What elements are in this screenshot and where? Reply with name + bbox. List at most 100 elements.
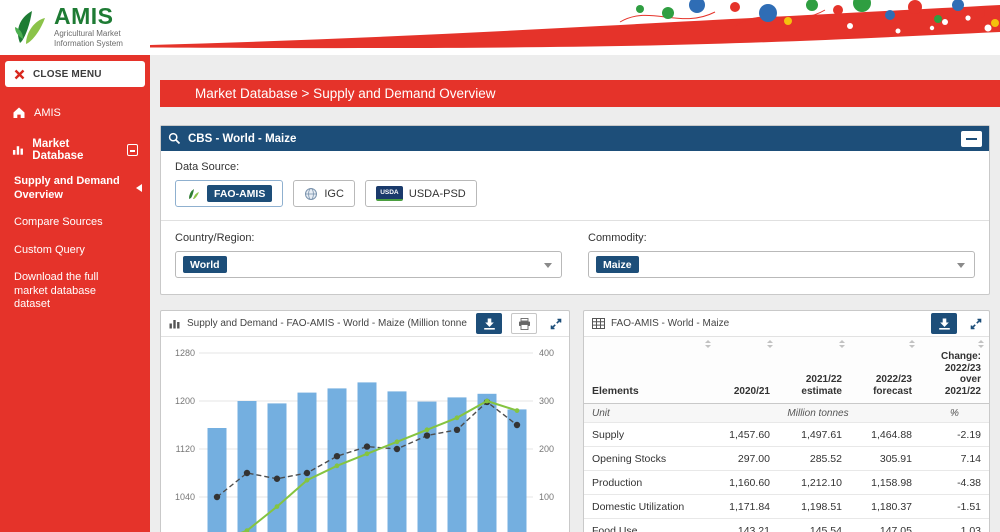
value-cell: 1,457.60 — [716, 423, 778, 447]
commodity-select[interactable]: Maize — [588, 251, 975, 278]
sidebar-item-label: AMIS — [34, 107, 61, 119]
unit-tonnes: Million tonnes — [716, 404, 920, 423]
chart-panel-header: Supply and Demand - FAO-AMIS - World - M… — [161, 311, 569, 337]
print-chart-button[interactable] — [511, 313, 537, 334]
expand-icon — [549, 317, 563, 331]
change-cell: -4.38 — [920, 471, 989, 495]
commodity-label: Commodity: — [588, 232, 975, 244]
value-cell: 1,464.88 — [850, 423, 920, 447]
value-cell: 1,171.84 — [716, 495, 778, 519]
sort-icon — [767, 340, 773, 348]
country-region-select[interactable]: World — [175, 251, 562, 278]
close-menu-button[interactable]: CLOSE MENU — [5, 61, 145, 87]
chevron-down-icon — [957, 263, 965, 268]
source-button-usda-psd[interactable]: USDA USDA-PSD — [365, 180, 477, 207]
sidebar-item-download-dataset[interactable]: Download the full market database datase… — [0, 264, 150, 319]
filter-panel-title: CBS - World - Maize — [188, 133, 296, 145]
sidebar-item-label: Download the full market database datase… — [14, 271, 98, 310]
element-cell: Food Use — [584, 519, 716, 532]
supply-demand-chart: 1280120011201040400300200100 — [161, 341, 569, 532]
svg-text:100: 100 — [539, 492, 554, 502]
table-row: Domestic Utilization 1,171.84 1,198.51 1… — [584, 495, 989, 519]
amis-mini-logo-icon — [186, 187, 201, 201]
sidebar-item-compare-sources[interactable]: Compare Sources — [0, 209, 150, 237]
download-table-button[interactable] — [931, 313, 957, 334]
column-header-change[interactable]: Change: 2022/23 over 2021/22 — [920, 337, 989, 404]
element-cell: Domestic Utilization — [584, 495, 716, 519]
svg-text:1280: 1280 — [175, 348, 195, 358]
search-icon — [168, 132, 181, 145]
expand-chart-button[interactable] — [546, 313, 566, 334]
supply-demand-table: Elements 2020/21 2021/22 estimate 2022/2… — [584, 337, 989, 532]
country-region-label: Country/Region: — [175, 232, 562, 244]
active-item-arrow-icon — [136, 184, 142, 192]
sidebar-item-label: Market Database — [32, 138, 118, 162]
breadcrumb: Market Database > Supply and Demand Over… — [160, 80, 1000, 107]
value-cell: 297.00 — [716, 447, 778, 471]
unit-percent: % — [920, 404, 989, 423]
value-cell: 1,497.61 — [778, 423, 850, 447]
element-cell: Production — [584, 471, 716, 495]
table-panel-title: FAO-AMIS - World - Maize — [611, 318, 922, 329]
chevron-down-icon — [544, 263, 552, 268]
change-cell: 1.03 — [920, 519, 989, 532]
column-header-elements[interactable]: Elements — [584, 337, 716, 404]
column-header-2020-21[interactable]: 2020/21 — [716, 337, 778, 404]
table-panel-header: FAO-AMIS - World - Maize — [584, 311, 989, 337]
sort-icon — [839, 340, 845, 348]
logo-title: AMIS — [54, 5, 123, 27]
data-source-buttons: FAO-AMIS IGC USDA USDA-PSD — [175, 180, 975, 207]
change-cell: 7.14 — [920, 447, 989, 471]
expand-table-button[interactable] — [966, 313, 986, 334]
breadcrumb-text: Market Database > Supply and Demand Over… — [195, 86, 496, 101]
chart-icon — [169, 318, 181, 329]
filter-selects-row: Country/Region: World Commodity: Maize — [175, 232, 975, 278]
collapse-panel-button[interactable] — [961, 131, 982, 147]
commodity-selected-tag: Maize — [596, 256, 639, 273]
unit-row: Unit Million tonnes % — [584, 404, 989, 423]
download-icon — [483, 318, 496, 330]
column-header-2022-23[interactable]: 2022/23 forecast — [850, 337, 920, 404]
filter-panel-header: CBS - World - Maize — [161, 126, 989, 151]
chart-panel-title: Supply and Demand - FAO-AMIS - World - M… — [187, 318, 467, 329]
divider — [161, 220, 989, 221]
sort-icon — [909, 340, 915, 348]
country-selected-tag: World — [183, 256, 227, 273]
top-header: AMIS Agricultural Market Information Sys… — [0, 0, 1000, 55]
filter-panel-body: Data Source: FAO-AMIS — [161, 151, 989, 294]
sidebar-item-amis-home[interactable]: AMIS — [0, 97, 150, 128]
expand-icon — [969, 317, 983, 331]
sidebar-item-market-database[interactable]: Market Database — [0, 128, 150, 171]
column-header-2021-22[interactable]: 2021/22 estimate — [778, 337, 850, 404]
download-chart-button[interactable] — [476, 313, 502, 334]
value-cell: 1,158.98 — [850, 471, 920, 495]
value-cell: 305.91 — [850, 447, 920, 471]
source-button-igc[interactable]: IGC — [293, 180, 355, 207]
collapse-section-icon[interactable] — [127, 144, 138, 156]
close-icon — [14, 69, 25, 80]
svg-text:200: 200 — [539, 444, 554, 454]
value-cell: 1,180.37 — [850, 495, 920, 519]
usda-logo: USDA — [376, 186, 403, 201]
svg-text:1040: 1040 — [175, 492, 195, 502]
value-cell: 147.05 — [850, 519, 920, 532]
amis-logo: AMIS Agricultural Market Information Sys… — [10, 5, 123, 48]
table-row: Production 1,160.60 1,212.10 1,158.98 -4… — [584, 471, 989, 495]
amis-logo-icon — [10, 5, 48, 47]
source-button-fao-amis[interactable]: FAO-AMIS — [175, 180, 283, 207]
value-cell: 143.21 — [716, 519, 778, 532]
sidebar: CLOSE MENU AMIS Market Database Supply a… — [0, 55, 150, 532]
table-row: Food Use 143.21 145.54 147.05 1.03 — [584, 519, 989, 532]
sort-icon — [705, 340, 711, 348]
data-source-label: Data Source: — [175, 161, 975, 173]
sidebar-item-custom-query[interactable]: Custom Query — [0, 237, 150, 265]
main-content: Market Database > Supply and Demand Over… — [150, 55, 1000, 532]
value-cell: 285.52 — [778, 447, 850, 471]
sidebar-item-label: Compare Sources — [14, 216, 103, 228]
change-cell: -1.51 — [920, 495, 989, 519]
supply-demand-chart-panel: Supply and Demand - FAO-AMIS - World - M… — [160, 310, 570, 532]
sidebar-item-supply-and-demand-overview[interactable]: Supply and Demand Overview — [0, 171, 150, 209]
table-row: Opening Stocks 297.00 285.52 305.91 7.14 — [584, 447, 989, 471]
sidebar-item-label: Custom Query — [14, 244, 85, 256]
svg-text:1120: 1120 — [176, 444, 195, 454]
